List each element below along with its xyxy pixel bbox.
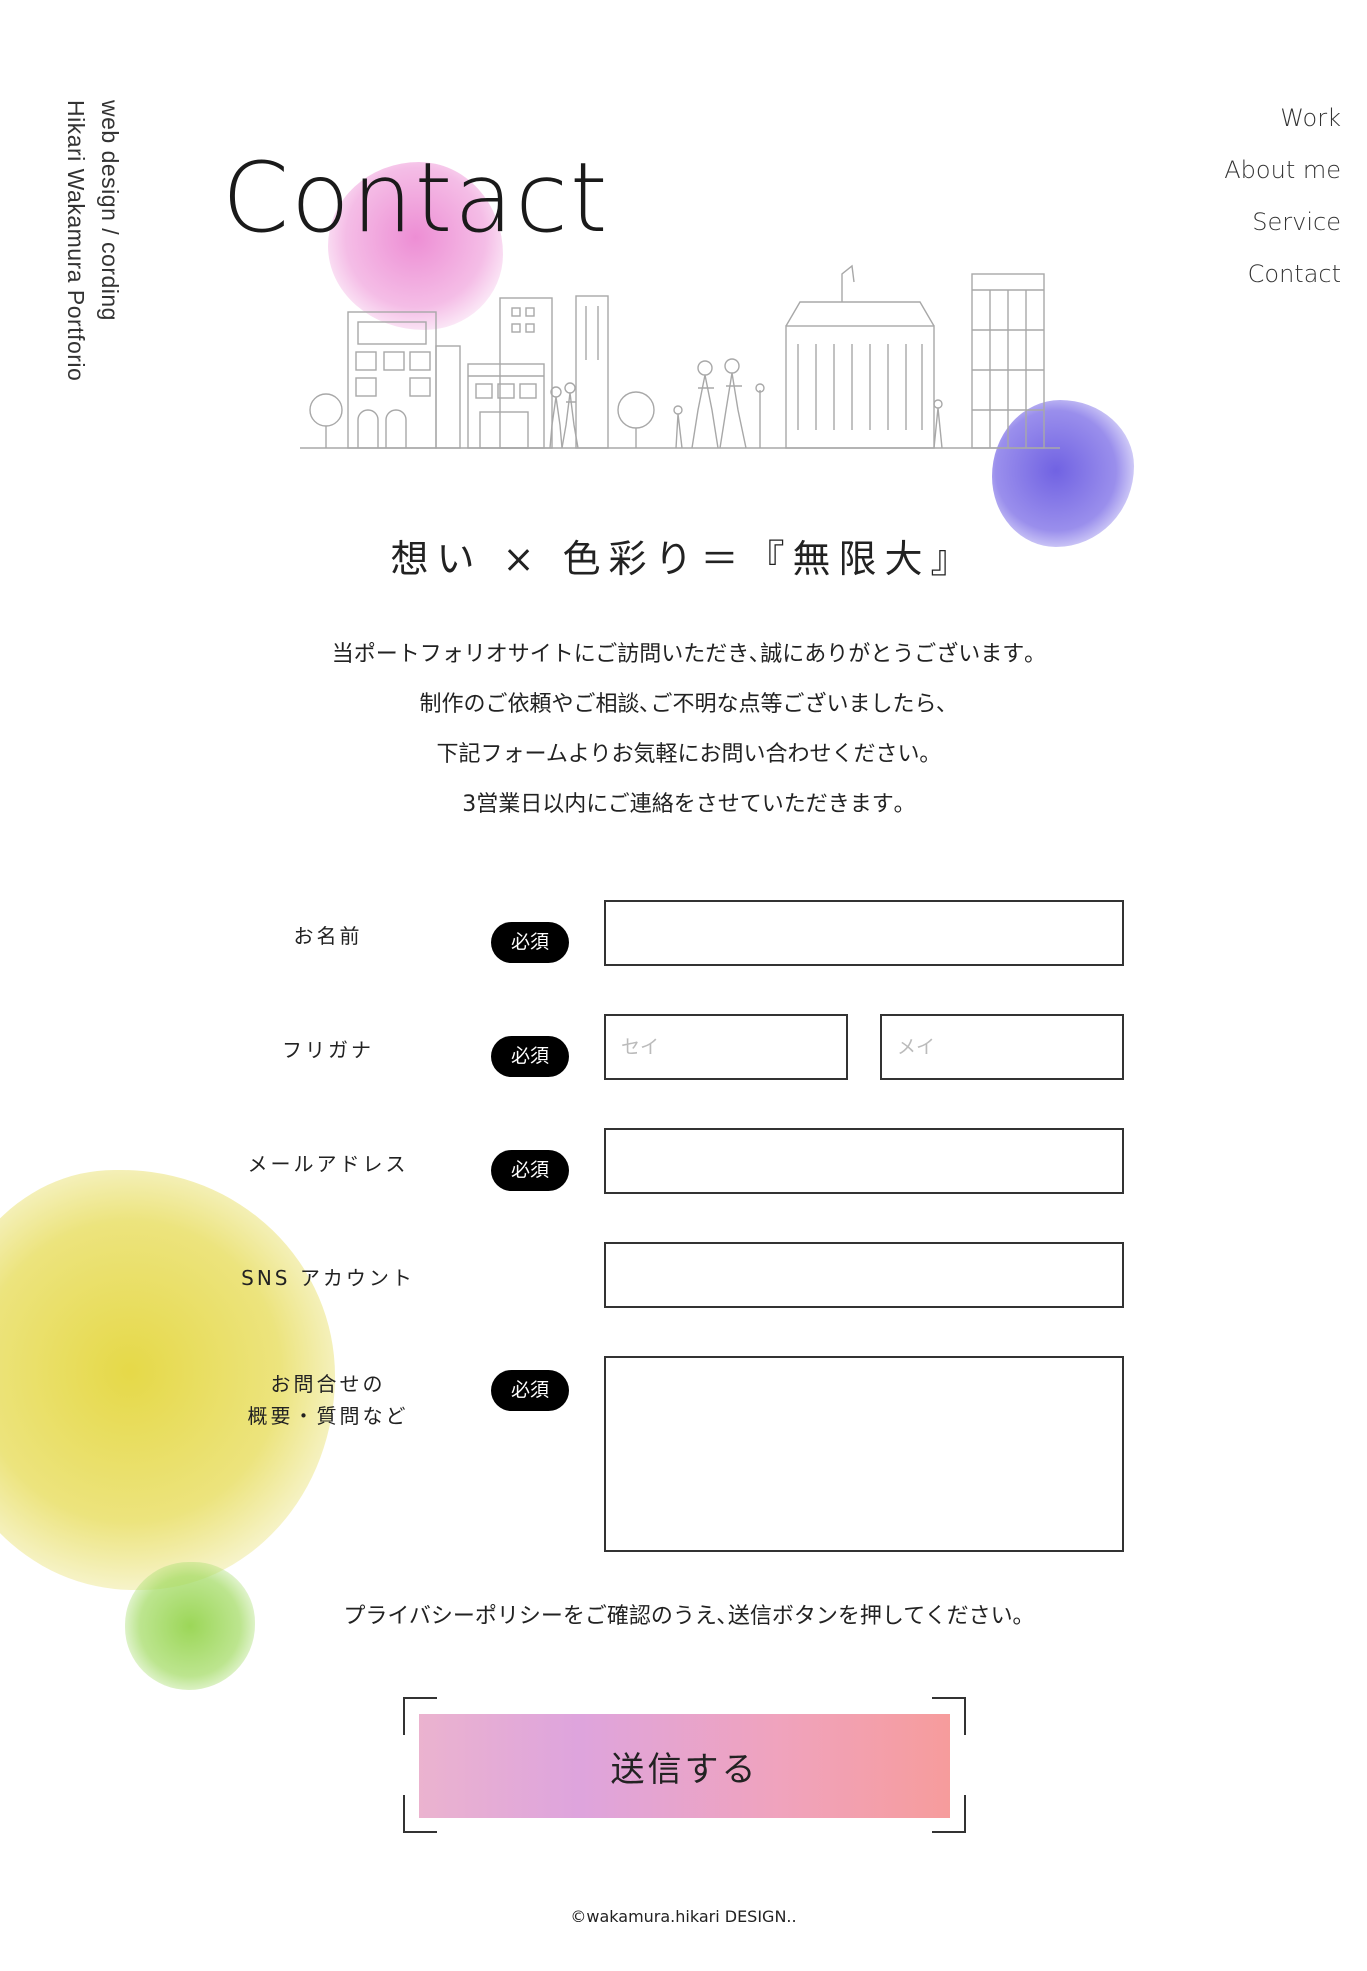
intro-text: 当ポートフォリオサイトにご訪問いただき､誠にありがとうございます｡ 制作のご依頼… bbox=[0, 630, 1367, 830]
name-input[interactable] bbox=[604, 900, 1124, 966]
nav-item-contact[interactable]: Contact bbox=[1224, 248, 1341, 300]
email-input[interactable] bbox=[604, 1128, 1124, 1194]
nav-item-work[interactable]: Work bbox=[1224, 92, 1341, 144]
required-badge: 必須 bbox=[491, 1370, 569, 1411]
sns-label: SNS アカウント bbox=[241, 1266, 415, 1290]
inquiry-label-line2: 概要・質問など bbox=[247, 1404, 409, 1428]
submit-button[interactable]: 送信する bbox=[419, 1714, 950, 1818]
copyright: ©wakamura.hikari DESIGN.. bbox=[570, 1907, 797, 1926]
page-title: Contact bbox=[222, 142, 610, 254]
inquiry-label: お問合せの 概要・質問など bbox=[198, 1368, 458, 1432]
sns-input[interactable] bbox=[604, 1242, 1124, 1308]
nav-item-service[interactable]: Service bbox=[1224, 196, 1341, 248]
intro-line: 下記フォームよりお気軽にお問い合わせください｡ bbox=[436, 742, 931, 767]
name-label: お名前 bbox=[293, 924, 363, 948]
kana-label: フリガナ bbox=[282, 1038, 374, 1062]
intro-line: 当ポートフォリオサイトにご訪問いただき､誠にありがとうございます｡ bbox=[331, 642, 1036, 667]
privacy-note: プライバシーポリシーをご確認のうえ､送信ボタンを押してください｡ bbox=[343, 1604, 1024, 1629]
required-badge: 必須 bbox=[491, 1036, 569, 1077]
site-author: Hikari Wakamura Portforio bbox=[63, 100, 89, 382]
submit-frame: 送信する bbox=[403, 1697, 966, 1833]
site-tagline: web design / cording bbox=[97, 100, 123, 321]
inquiry-label-line1: お問合せの bbox=[270, 1372, 386, 1396]
required-badge: 必須 bbox=[491, 922, 569, 963]
email-label: メールアドレス bbox=[247, 1152, 409, 1176]
kana-mei-input[interactable] bbox=[880, 1014, 1124, 1080]
kana-sei-input[interactable] bbox=[604, 1014, 848, 1080]
main-nav: Work About me Service Contact bbox=[1224, 92, 1341, 300]
intro-line: 制作のご依頼やご相談､ご不明な点等ございましたら､ bbox=[419, 692, 948, 717]
nav-item-about-me[interactable]: About me bbox=[1224, 144, 1341, 196]
city-illustration bbox=[300, 264, 1060, 449]
required-badge: 必須 bbox=[491, 1150, 569, 1191]
catch-copy: 想い × 色彩り＝『無限大』 bbox=[390, 537, 977, 581]
inquiry-textarea[interactable] bbox=[604, 1356, 1124, 1552]
intro-line: 3営業日以内にご連絡をさせていただきます｡ bbox=[462, 792, 905, 817]
